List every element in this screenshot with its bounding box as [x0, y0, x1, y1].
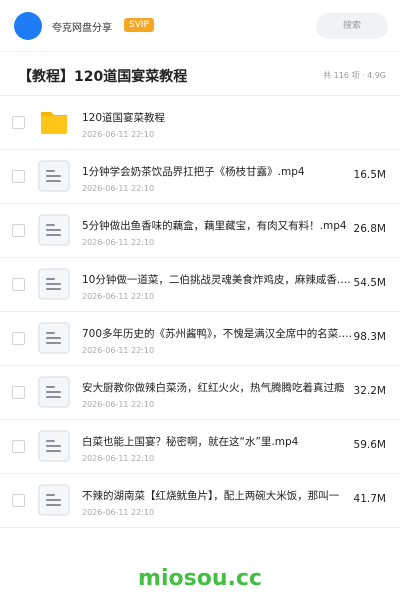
list-item[interactable]: 700多年历史的《苏州酱鸭》，不愧是满汉全席中的名菜.mp4 2026-06-11… — [0, 312, 400, 366]
list-item[interactable]: 安大厨教你做辣白菜汤，红红火火，热气腾腾吃着真过瘾 2026-06-11 22:1… — [0, 366, 400, 420]
list-item[interactable]: 1分钟学会奶茶饮品界扛把子《杨枝甘露》.mp4 2026-06-11 22:10 1… — [0, 150, 400, 204]
select-checkbox[interactable] — [12, 170, 25, 183]
file-name[interactable]: 120道国宴菜教程 — [82, 110, 354, 125]
file-date: 2026-06-11 22:10 — [82, 292, 155, 301]
file-icon — [38, 268, 70, 300]
select-checkbox[interactable] — [12, 278, 25, 291]
file-icon — [38, 376, 70, 408]
file-size: 26.8M — [353, 223, 386, 235]
top-bar: 夸克网盘分享 SVIP 搜索 — [0, 0, 400, 52]
file-size: 16.5M — [353, 169, 386, 181]
page-title: 【教程】120道国宴菜教程 — [18, 69, 188, 85]
file-icon — [38, 214, 70, 246]
file-date: 2026-06-11 22:10 — [82, 184, 155, 193]
select-checkbox[interactable] — [12, 440, 25, 453]
file-name[interactable]: 白菜也能上国宴？秘密啊，就在这“水”里.mp4 — [82, 434, 354, 449]
file-name[interactable]: 安大厨教你做辣白菜汤，红红火火，热气腾腾吃着真过瘾 — [82, 380, 354, 395]
file-date: 2026-06-11 22:10 — [82, 130, 155, 139]
file-name[interactable]: 不辣的湖南菜【红烧鱿鱼片】，配上两碗大米饭，那叫一 — [82, 488, 354, 503]
search-input[interactable]: 搜索 — [316, 13, 388, 39]
file-size: 59.6M — [353, 439, 386, 451]
file-size: 41.7M — [353, 493, 386, 505]
watermark-logo: miosou.cc — [138, 566, 262, 591]
file-icon — [38, 160, 70, 192]
file-size: 54.5M — [353, 277, 386, 289]
folder-icon — [38, 106, 70, 138]
file-size: 98.3M — [353, 331, 386, 343]
file-name[interactable]: 700多年历史的《苏州酱鸭》，不愧是满汉全席中的名菜.mp4 — [82, 326, 354, 341]
select-checkbox[interactable] — [12, 386, 25, 399]
svip-badge: SVIP — [124, 18, 154, 32]
list-item[interactable]: 120道国宴菜教程 2026-06-11 22:10 — [0, 96, 400, 150]
avatar[interactable] — [14, 12, 42, 40]
file-name[interactable]: 10分钟做一道菜，二伯挑战灵魂美食炸鸡皮，麻辣咸香.mp4 — [82, 272, 354, 287]
folder-summary: 共 116 项 · 4.9G — [323, 71, 386, 80]
file-icon — [38, 430, 70, 462]
file-name[interactable]: 5分钟做出鱼香味的藕盒，藕里藏宝，有肉又有料！.mp4 — [82, 218, 354, 233]
file-name[interactable]: 1分钟学会奶茶饮品界扛把子《杨枝甘露》.mp4 — [82, 164, 354, 179]
select-checkbox[interactable] — [12, 494, 25, 507]
brand-name: 夸克网盘分享 — [52, 23, 112, 34]
list-item[interactable]: 10分钟做一道菜，二伯挑战灵魂美食炸鸡皮，麻辣咸香.mp4 2026-06-11 … — [0, 258, 400, 312]
select-checkbox[interactable] — [12, 224, 25, 237]
file-date: 2026-06-11 22:10 — [82, 238, 155, 247]
file-list: 120道国宴菜教程 2026-06-11 22:10 1分钟学会奶茶饮品界扛把子《杨… — [0, 96, 400, 528]
list-item[interactable]: 5分钟做出鱼香味的藕盒，藕里藏宝，有肉又有料！.mp4 2026-06-11 22… — [0, 204, 400, 258]
file-icon — [38, 322, 70, 354]
file-date: 2026-06-11 22:10 — [82, 454, 155, 463]
select-checkbox[interactable] — [12, 332, 25, 345]
file-date: 2026-06-11 22:10 — [82, 508, 155, 517]
file-date: 2026-06-11 22:10 — [82, 400, 155, 409]
file-date: 2026-06-11 22:10 — [82, 346, 155, 355]
list-item[interactable]: 白菜也能上国宴？秘密啊，就在这“水”里.mp4 2026-06-11 22:10 5… — [0, 420, 400, 474]
file-size: 32.2M — [353, 385, 386, 397]
list-item[interactable]: 不辣的湖南菜【红烧鱿鱼片】，配上两碗大米饭，那叫一 2026-06-11 22:1… — [0, 474, 400, 528]
file-icon — [38, 484, 70, 516]
select-checkbox[interactable] — [12, 116, 25, 129]
title-bar: 【教程】120道国宴菜教程 共 116 项 · 4.9G — [0, 52, 400, 96]
